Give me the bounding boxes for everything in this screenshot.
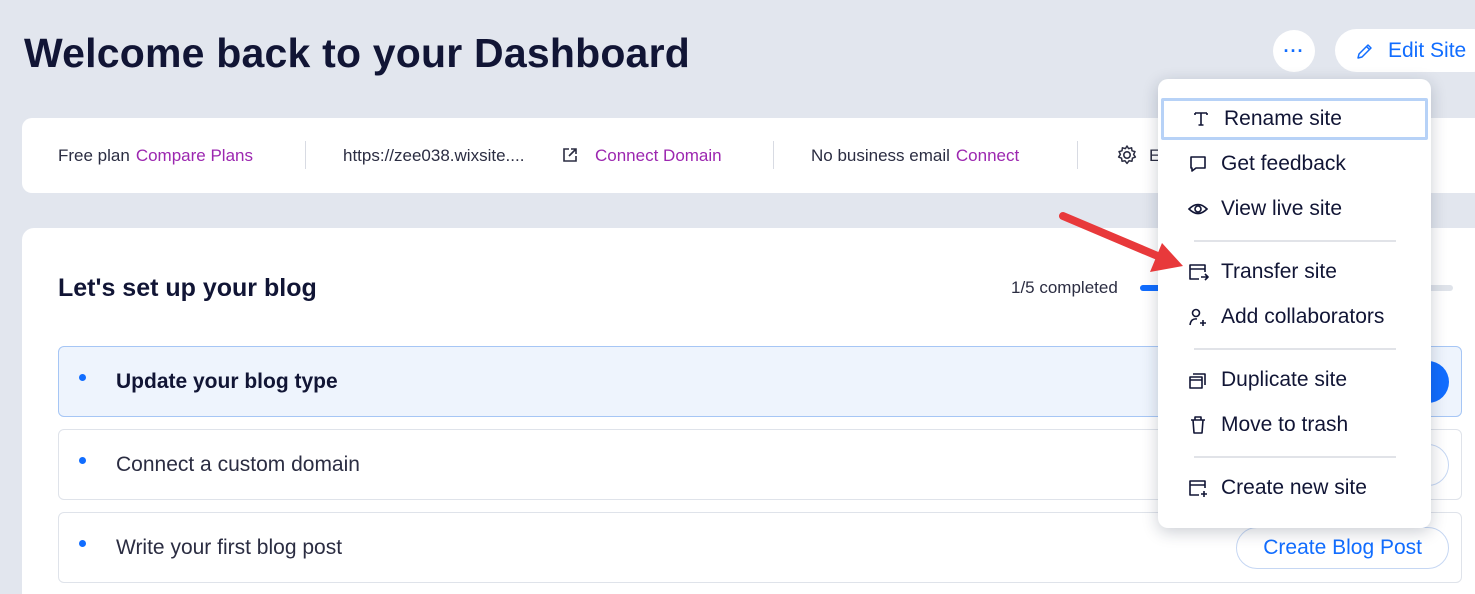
- connect-domain-info: Connect Domain: [595, 146, 722, 166]
- more-actions-button[interactable]: ···: [1273, 30, 1315, 72]
- site-url-info: https://zee038.wixsite....: [343, 146, 524, 166]
- plan-text: Free plan: [58, 146, 130, 165]
- compare-plans-link[interactable]: Compare Plans: [136, 146, 253, 165]
- task-label: Connect a custom domain: [116, 453, 360, 476]
- bullet-icon: [79, 374, 86, 381]
- eye-icon: [1187, 203, 1209, 215]
- edit-site-button[interactable]: Edit Site: [1335, 29, 1475, 72]
- bullet-icon: [79, 457, 86, 464]
- duplicate-icon: [1189, 373, 1206, 389]
- plan-info: Free plan Compare Plans: [58, 146, 253, 166]
- menu-item-label: View live site: [1221, 197, 1342, 220]
- menu-item-rename-site[interactable]: Rename site: [1161, 98, 1428, 140]
- menu-item-get-feedback[interactable]: Get feedback: [1158, 143, 1431, 185]
- external-link-icon[interactable]: [561, 146, 579, 164]
- menu-item-move-to-trash[interactable]: Move to trash: [1158, 404, 1431, 446]
- trash-icon: [1191, 416, 1205, 434]
- more-icon: ···: [1283, 40, 1305, 61]
- email-info: No business email Connect: [811, 146, 1019, 166]
- menu-item-label: Duplicate site: [1221, 368, 1348, 391]
- site-actions-menu: Rename site Get feedback View live site …: [1158, 79, 1431, 528]
- menu-divider: [1194, 240, 1396, 242]
- menu-item-label: Get feedback: [1221, 152, 1346, 175]
- menu-item-view-live-site[interactable]: View live site: [1158, 188, 1431, 230]
- email-text: No business email: [811, 146, 950, 165]
- text-t-icon: [1194, 112, 1208, 126]
- transfer-icon: [1189, 264, 1209, 281]
- chat-bubble-icon: [1190, 156, 1206, 172]
- connect-domain-link[interactable]: Connect Domain: [595, 146, 722, 165]
- menu-item-label: Create new site: [1221, 476, 1367, 499]
- create-blog-post-button[interactable]: Create Blog Post: [1236, 527, 1449, 569]
- page-title: Welcome back to your Dashboard: [24, 30, 690, 76]
- gear-icon[interactable]: [1116, 144, 1138, 166]
- menu-item-add-collaborators[interactable]: Add collaborators: [1158, 296, 1431, 338]
- site-url[interactable]: https://zee038.wixsite....: [343, 146, 524, 165]
- bullet-icon: [79, 540, 86, 547]
- menu-divider: [1194, 456, 1396, 458]
- menu-item-label: Rename site: [1224, 107, 1342, 130]
- setup-title: Let's set up your blog: [58, 274, 317, 302]
- menu-item-label: Add collaborators: [1221, 305, 1385, 328]
- divider: [773, 141, 774, 169]
- edit-site-label: Edit Site: [1388, 38, 1467, 62]
- task-label: Update your blog type: [116, 370, 338, 393]
- new-site-icon: [1189, 480, 1207, 497]
- divider: [1077, 141, 1078, 169]
- menu-item-duplicate-site[interactable]: Duplicate site: [1158, 359, 1431, 401]
- menu-item-transfer-site[interactable]: Transfer site: [1158, 251, 1431, 293]
- add-person-icon: [1189, 308, 1206, 326]
- divider: [305, 141, 306, 169]
- pencil-icon: [1357, 43, 1372, 59]
- connect-email-link[interactable]: Connect: [956, 146, 1019, 165]
- menu-divider: [1194, 348, 1396, 350]
- menu-item-label: Transfer site: [1221, 260, 1337, 283]
- task-label: Write your first blog post: [116, 536, 343, 559]
- menu-item-create-new-site[interactable]: Create new site: [1158, 467, 1431, 509]
- menu-item-label: Move to trash: [1221, 413, 1349, 436]
- progress-text: 1/5 completed: [1011, 278, 1118, 297]
